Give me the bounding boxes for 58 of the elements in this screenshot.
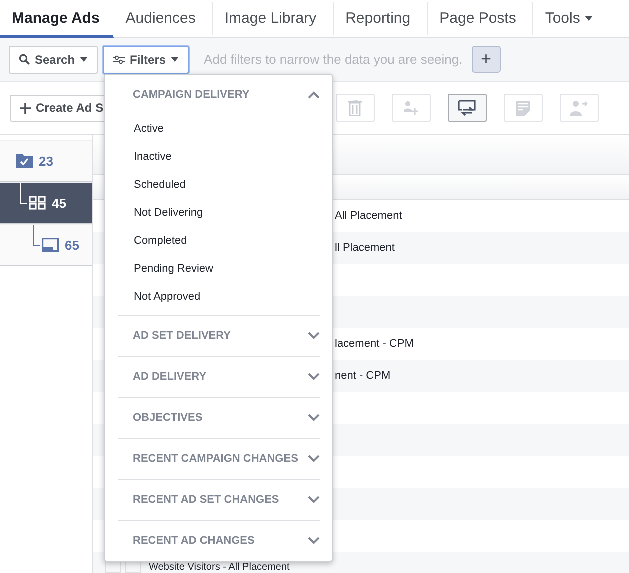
filter-section-header[interactable]: RECENT AD SET CHANGES (118, 480, 320, 520)
caret-icon (80, 57, 88, 62)
tree-node[interactable]: 65 (0, 224, 92, 266)
chevron-down-icon (308, 496, 320, 504)
filter-section-header[interactable]: RECENT CAMPAIGN CHANGES (118, 439, 320, 479)
filter-option[interactable]: Scheduled (118, 171, 320, 199)
filter-option[interactable]: Not Approved (118, 283, 320, 311)
nav-tab[interactable]: Reporting (334, 2, 428, 35)
chevron-down-icon (308, 373, 320, 381)
plus-icon (20, 102, 31, 114)
filter-section-header[interactable]: AD SET DELIVERY (118, 316, 320, 356)
nav-tab[interactable]: Audiences (114, 2, 213, 35)
chevron-down-icon (308, 537, 320, 545)
chevron-down-icon (308, 414, 320, 422)
nav-tab[interactable]: Tools (533, 2, 610, 35)
filter-hint: Add filters to narrow the data you are seeing. (204, 52, 463, 68)
table-cell: Website Visitors - All Placement (149, 563, 290, 573)
table-cell: lacement - CPM (335, 338, 414, 350)
table-cell: All Placement (335, 210, 402, 222)
trash-button[interactable] (336, 94, 375, 122)
person-arrow-button[interactable] (560, 94, 599, 122)
chevron-down-icon (308, 455, 320, 463)
person-arrow-icon (570, 100, 588, 116)
tree-connector (33, 225, 40, 246)
caret-icon (585, 16, 594, 21)
tree-node[interactable]: 45 (0, 182, 92, 224)
chevron-up-icon (308, 91, 320, 99)
filter-option[interactable]: Not Delivering (118, 199, 320, 227)
note-icon (516, 100, 530, 116)
person-plus-button[interactable] (392, 94, 431, 122)
screen-icon (42, 238, 59, 252)
nav-tab[interactable]: Image Library (212, 2, 334, 35)
folder-check-icon (16, 154, 33, 168)
filter-option[interactable]: Completed (118, 227, 320, 255)
grid-icon (29, 196, 46, 210)
note-button[interactable] (504, 94, 543, 122)
table-cell: ll Placement (335, 242, 395, 254)
filter-option[interactable]: Pending Review (118, 255, 320, 283)
search-button[interactable]: Search (9, 46, 98, 74)
filter-section-header[interactable]: OBJECTIVES (118, 398, 320, 438)
table-cell: nent - CPM (335, 370, 391, 382)
swap-button[interactable] (448, 94, 487, 122)
search-icon (19, 54, 30, 66)
swap-icon (458, 100, 476, 116)
add-filter-button[interactable]: + (472, 46, 501, 74)
nav-tab[interactable]: Page Posts (428, 2, 534, 35)
caret-icon (171, 57, 180, 62)
tree-connector (20, 183, 27, 204)
sliders-icon (113, 54, 126, 65)
people-plus-icon (403, 100, 420, 116)
filters-button[interactable]: Filters (103, 46, 190, 74)
trash-icon (348, 100, 362, 116)
tree-node[interactable]: 23 (0, 140, 92, 182)
filter-section-header[interactable]: CAMPAIGN DELIVERY (118, 75, 320, 115)
filter-section-header[interactable]: RECENT AD CHANGES (118, 521, 320, 561)
filter-section-header[interactable]: AD DELIVERY (118, 357, 320, 397)
chevron-down-icon (308, 332, 320, 340)
filter-option[interactable]: Active (118, 115, 320, 143)
